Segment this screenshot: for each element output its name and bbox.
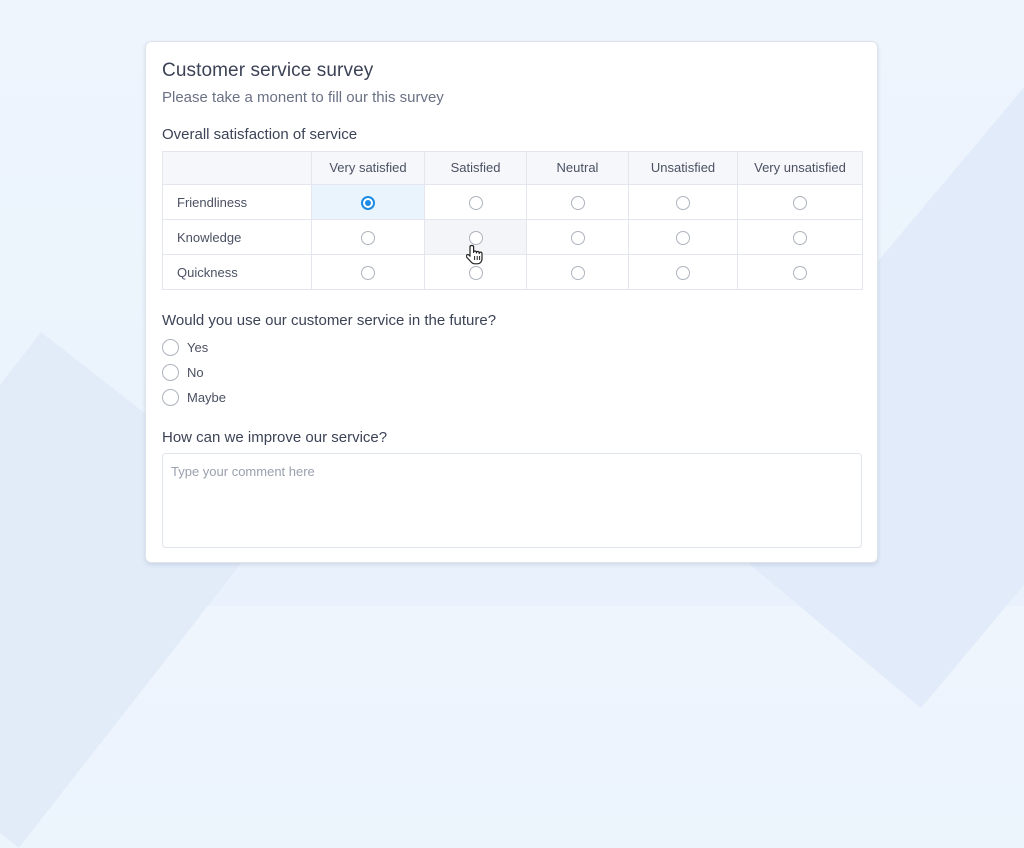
- matrix-row-friendliness: Friendliness: [162, 184, 863, 220]
- radio-knowledge-very-unsatisfied[interactable]: [793, 230, 807, 245]
- radio-quickness-satisfied[interactable]: [468, 265, 483, 280]
- radio-knowledge-satisfied[interactable]: [468, 230, 483, 245]
- matrix-cell[interactable]: [424, 184, 527, 220]
- matrix-header-row: Very satisfied Satisfied Neutral Unsatis…: [162, 151, 863, 185]
- matrix-header-empty: [162, 151, 312, 185]
- survey-subtitle: Please take a monent to fill our this su…: [162, 89, 444, 106]
- radio-quickness-unsatisfied[interactable]: [676, 265, 690, 280]
- matrix-cell[interactable]: [526, 254, 629, 290]
- matrix-cell[interactable]: [737, 184, 863, 220]
- matrix-row-knowledge: Knowledge: [162, 219, 863, 255]
- matrix-cell[interactable]: [526, 184, 629, 220]
- radio-quickness-very-satisfied[interactable]: [361, 265, 375, 280]
- survey-card: Customer service survey Please take a mo…: [145, 41, 878, 563]
- radio-yes[interactable]: [162, 338, 179, 356]
- comment-textarea[interactable]: [162, 453, 862, 548]
- radio-friendliness-very-unsatisfied[interactable]: [793, 195, 807, 210]
- option-maybe[interactable]: Maybe: [162, 388, 226, 406]
- option-label: No: [187, 364, 204, 380]
- radio-knowledge-neutral[interactable]: [570, 230, 585, 245]
- hand-pointer-icon: [466, 244, 483, 265]
- matrix-question: Overall satisfaction of service: [162, 126, 358, 143]
- improve-question: How can we improve our service?: [162, 429, 388, 446]
- matrix-column-header: Neutral: [526, 151, 629, 185]
- option-yes[interactable]: Yes: [162, 338, 208, 356]
- radio-knowledge-unsatisfied[interactable]: [676, 230, 690, 245]
- matrix-cell[interactable]: [628, 219, 738, 255]
- matrix-cell[interactable]: [526, 219, 629, 255]
- matrix-row-label: Friendliness: [162, 184, 312, 220]
- radio-friendliness-neutral[interactable]: [570, 195, 585, 210]
- option-label: Maybe: [187, 389, 227, 405]
- radio-maybe[interactable]: [162, 388, 179, 406]
- matrix-column-header: Satisfied: [424, 151, 527, 185]
- matrix-column-header: Unsatisfied: [628, 151, 738, 185]
- future-question: Would you use our customer service in th…: [162, 312, 497, 329]
- matrix-row-label: Knowledge: [162, 219, 312, 255]
- radio-quickness-neutral[interactable]: [570, 265, 585, 280]
- survey-title: Customer service survey: [162, 60, 374, 81]
- matrix-cell[interactable]: [311, 254, 425, 290]
- matrix-cell[interactable]: [311, 184, 425, 220]
- option-label: Yes: [187, 339, 209, 355]
- radio-friendliness-satisfied[interactable]: [468, 195, 483, 210]
- radio-no[interactable]: [162, 363, 179, 381]
- matrix-cell[interactable]: [737, 254, 863, 290]
- matrix-column-header: Very unsatisfied: [737, 151, 863, 185]
- matrix-column-header: Very satisfied: [311, 151, 425, 185]
- satisfaction-matrix: Very satisfied Satisfied Neutral Unsatis…: [162, 151, 863, 290]
- option-no[interactable]: No: [162, 363, 204, 381]
- matrix-cell[interactable]: [628, 254, 738, 290]
- radio-friendliness-unsatisfied[interactable]: [676, 195, 690, 210]
- radio-quickness-very-unsatisfied[interactable]: [793, 265, 807, 280]
- matrix-cell[interactable]: [628, 184, 738, 220]
- matrix-row-quickness: Quickness: [162, 254, 863, 290]
- matrix-cell[interactable]: [311, 219, 425, 255]
- matrix-row-label: Quickness: [162, 254, 312, 290]
- radio-friendliness-very-satisfied[interactable]: [361, 195, 375, 210]
- radio-knowledge-very-satisfied[interactable]: [361, 230, 375, 245]
- matrix-cell[interactable]: [737, 219, 863, 255]
